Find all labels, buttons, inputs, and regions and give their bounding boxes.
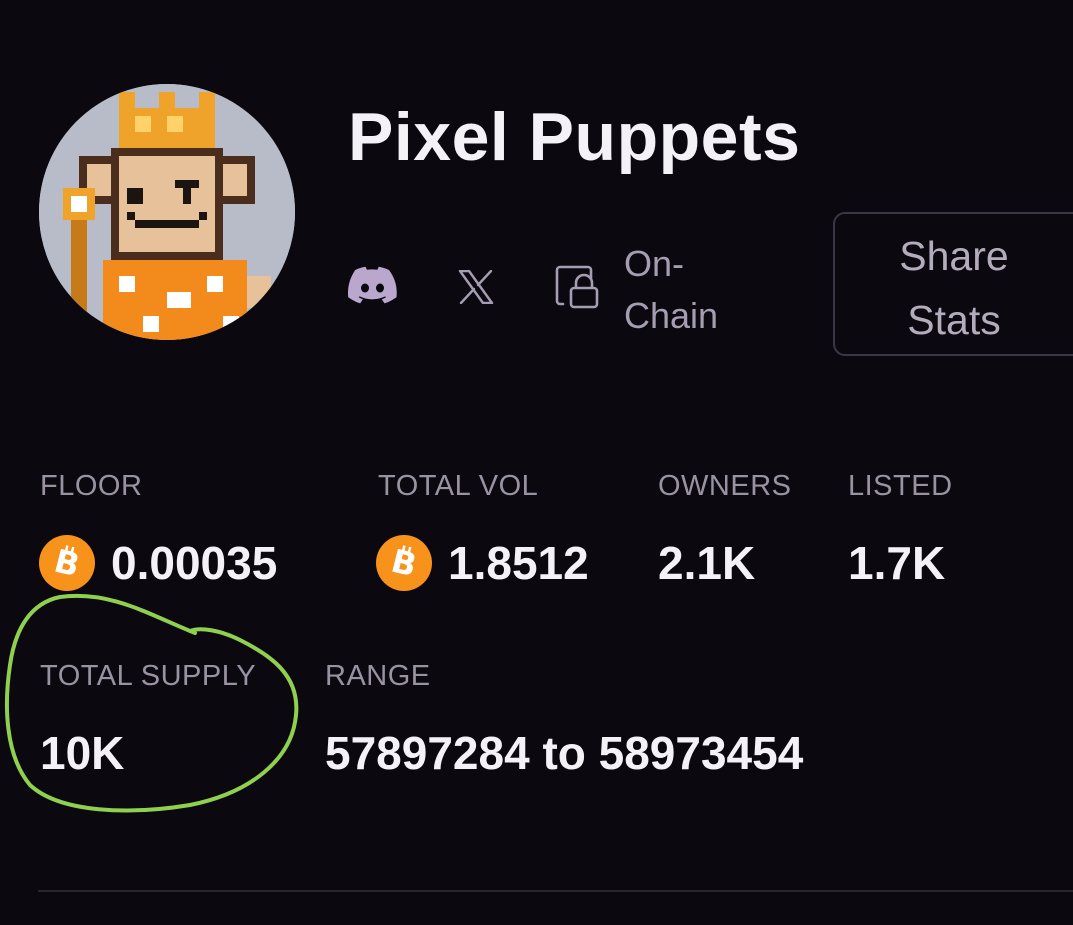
total-vol-label: TOTAL VOL	[378, 470, 539, 502]
annotation-circle	[4, 593, 299, 813]
total-supply-label: TOTAL SUPPLY	[40, 660, 257, 692]
share-stats-button[interactable]: Share Stats	[833, 212, 1073, 356]
share-stats-label-line2: Stats	[907, 297, 1001, 343]
onchain-label-line1: On-	[624, 243, 685, 284]
lock-document-icon	[555, 264, 603, 310]
collection-title: Pixel Puppets	[348, 99, 801, 175]
onchain-label[interactable]: On- Chain	[624, 238, 744, 342]
owners-label: OWNERS	[658, 470, 792, 502]
total-vol-amount: 1.8512	[448, 537, 589, 589]
pixel-monkey-king-avatar-icon	[39, 84, 295, 340]
total-vol-value: B 1.8512	[376, 535, 589, 591]
listed-label: LISTED	[848, 470, 953, 502]
floor-label: FLOOR	[40, 470, 143, 502]
collection-avatar	[39, 84, 295, 340]
bitcoin-icon: B	[376, 535, 432, 591]
x-icon[interactable]	[458, 269, 494, 305]
share-stats-label-line1: Share	[899, 233, 1009, 279]
listed-value: 1.7K	[848, 537, 946, 589]
total-supply-value: 10K	[40, 727, 125, 779]
floor-value: B 0.00035	[39, 535, 277, 591]
onchain-label-line2: Chain	[624, 295, 719, 336]
bitcoin-icon: B	[39, 535, 95, 591]
discord-icon[interactable]	[347, 266, 398, 306]
section-divider	[38, 890, 1073, 892]
owners-value: 2.1K	[658, 537, 756, 589]
range-value: 57897284 to 58973454	[325, 727, 804, 779]
range-label: RANGE	[325, 660, 431, 692]
floor-amount: 0.00035	[111, 537, 278, 589]
